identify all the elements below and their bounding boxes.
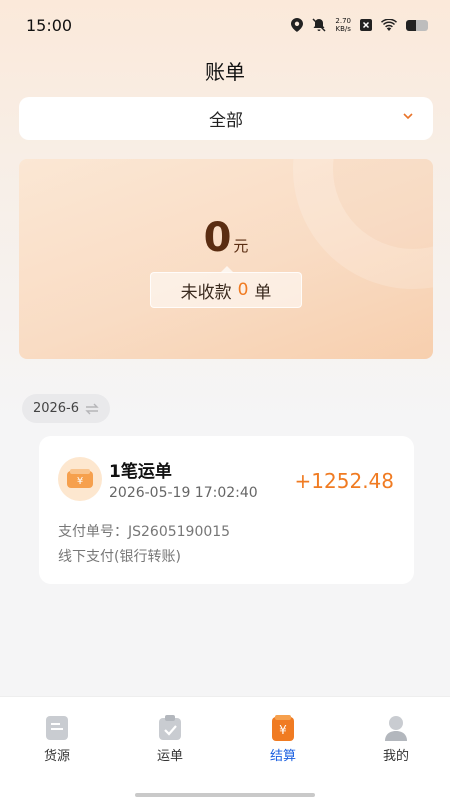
bottom-tab-bar: 货源 运单 ¥ 结算 我的 xyxy=(0,696,450,800)
svg-text:¥: ¥ xyxy=(77,476,83,487)
tab-cargo[interactable]: 货源 xyxy=(17,715,97,764)
unpaid-label: 未收款 xyxy=(180,282,232,303)
total-amount-unit: 元 xyxy=(233,237,249,255)
status-icons: 2.70 KB/s xyxy=(291,17,428,33)
swap-icon xyxy=(85,403,99,414)
filter-selected-value: 全部 xyxy=(209,111,243,131)
bill-title: 1笔运单 xyxy=(109,462,172,482)
location-icon xyxy=(291,18,304,32)
tab-label: 我的 xyxy=(382,749,409,764)
close-box-icon xyxy=(360,19,372,31)
tab-mine[interactable]: 我的 xyxy=(356,715,436,764)
document-icon xyxy=(46,716,68,740)
unpaid-count: 0 xyxy=(237,280,249,300)
clipboard-check-icon xyxy=(159,715,181,740)
summary-card: 0元 未收款 0 单 xyxy=(19,159,433,359)
bill-pay-number: 支付单号：JS2605190015 xyxy=(58,524,231,540)
tab-label: 结算 xyxy=(269,749,296,764)
bill-item[interactable]: ¥ 1笔运单 2026-05-19 17:02:40 +1252.48 支付单号… xyxy=(39,436,414,584)
tab-waybill[interactable]: 运单 xyxy=(130,715,210,764)
chevron-down-icon xyxy=(403,113,413,120)
status-time: 15:00 xyxy=(26,15,73,35)
tab-settlement[interactable]: ¥ 结算 xyxy=(243,715,323,764)
total-amount-value: 0 xyxy=(203,215,232,261)
month-switcher[interactable]: 2026-6 xyxy=(22,394,110,423)
page-title: 账单 xyxy=(205,60,245,84)
bill-amount: +1252.48 xyxy=(294,469,394,493)
tab-label: 运单 xyxy=(156,749,183,764)
bill-pay-method: 线下支付(银行转账) xyxy=(58,549,181,565)
filter-select[interactable]: 全部 xyxy=(19,97,433,140)
total-amount: 0元 xyxy=(19,215,433,261)
home-indicator[interactable] xyxy=(135,793,315,797)
network-speed: 2.70 KB/s xyxy=(335,17,351,33)
svg-text:¥: ¥ xyxy=(279,723,287,737)
month-label: 2026-6 xyxy=(32,401,80,416)
bill-time: 2026-05-19 17:02:40 xyxy=(109,485,258,501)
yuan-bill-icon: ¥ xyxy=(272,715,294,741)
person-icon xyxy=(385,716,407,741)
mute-bell-icon xyxy=(312,18,326,32)
yuan-bill-icon: ¥ xyxy=(58,457,102,501)
battery-icon xyxy=(406,19,428,31)
status-bar: 15:00 2.70 KB/s xyxy=(0,0,450,50)
wifi-icon xyxy=(381,19,397,31)
tab-label: 货源 xyxy=(43,749,70,764)
unpaid-badge: 未收款 0 单 xyxy=(150,266,302,308)
unpaid-suffix: 单 xyxy=(254,282,272,303)
